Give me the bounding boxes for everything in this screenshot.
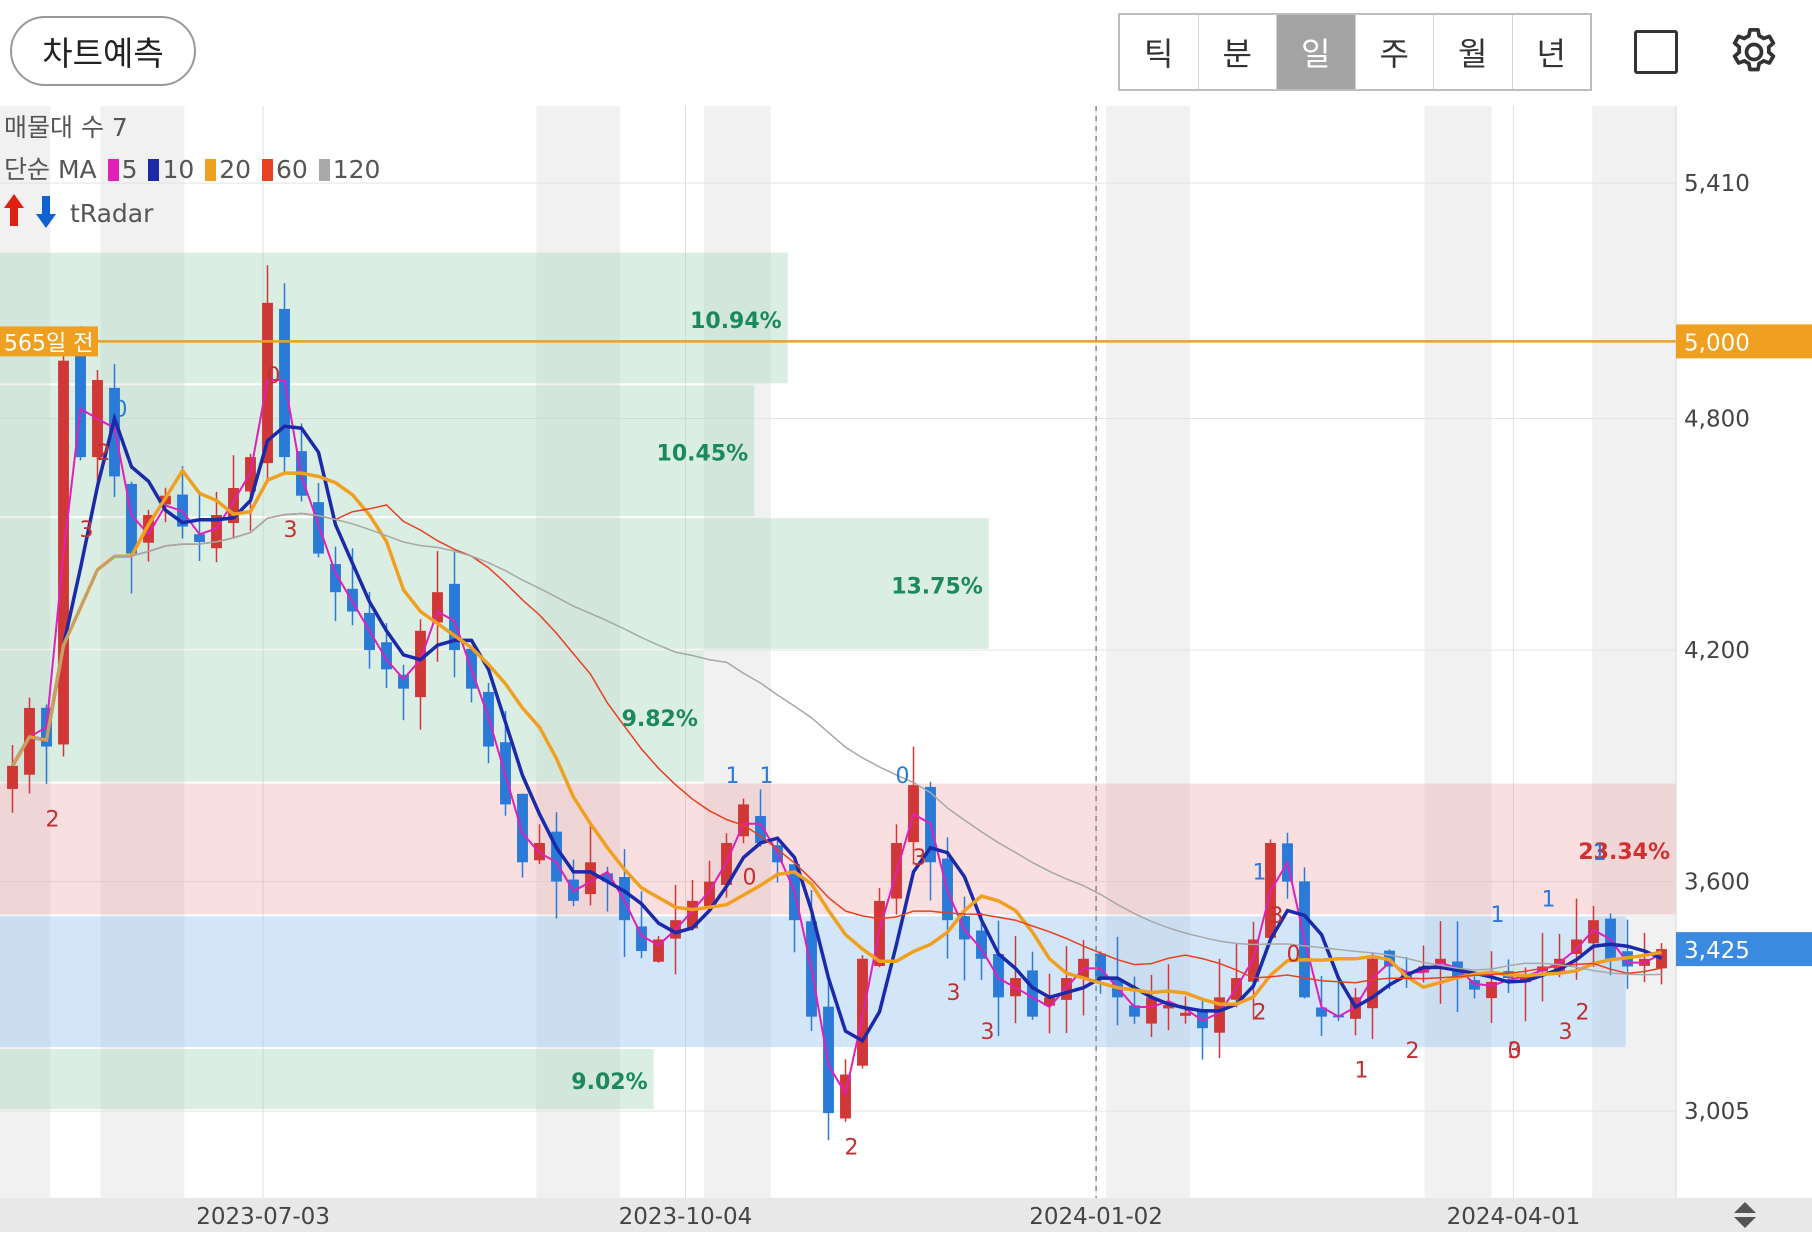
candle-body	[1180, 1012, 1191, 1016]
candle-body	[619, 877, 630, 921]
ma-legend: 단순 MA 5 10 20 60 120	[4, 150, 380, 186]
y-tick-label: 3,005	[1684, 1099, 1750, 1125]
ma60-label: 60	[275, 155, 308, 184]
days-ago-label: 565일 전	[4, 331, 93, 356]
y-tick-label: 4,200	[1684, 638, 1750, 664]
candle-body	[432, 592, 443, 623]
x-tick-label: 2023-10-04	[619, 1204, 753, 1230]
candle-body	[1146, 997, 1157, 1024]
volume-profile-bar	[0, 783, 1676, 915]
volume-profile-percent: 10.45%	[657, 442, 749, 467]
y-tick-label: 4,800	[1684, 407, 1750, 433]
chart-area[interactable]: 10.94% 10.45% 13.75% 9.82% 23.34% 9.02% 565일 전…	[0, 106, 1812, 1232]
candle-body	[7, 765, 18, 789]
top-toolbar: 차트예측 틱 분 일 주 월 년	[0, 0, 1812, 106]
tradar-signal-label: 2	[845, 1136, 859, 1161]
ma5-swatch	[107, 159, 119, 181]
tradar-signal-label: 0	[114, 397, 128, 422]
fullscreen-icon[interactable]	[1634, 30, 1678, 74]
ma60-swatch	[261, 159, 273, 181]
tradar-signal-label: 3	[284, 518, 298, 543]
tradar-signal-label: 1	[726, 764, 740, 789]
tradar-signal-label: 1	[1542, 887, 1556, 912]
period-minute-button[interactable]: 분	[1199, 15, 1277, 89]
tradar-signal-label: 2	[97, 441, 111, 466]
period-month-button[interactable]: 월	[1434, 15, 1513, 89]
candle-body	[993, 954, 1004, 998]
tradar-signal-label: 2	[1406, 1039, 1420, 1064]
volume-profile-percent: 13.75%	[891, 574, 983, 599]
gear-icon[interactable]	[1726, 24, 1782, 80]
price-chart[interactable]: 10.94%10.45%13.75%9.82%23.34%9.02%565일 전…	[0, 106, 1812, 1232]
tradar-signal-label: 0	[896, 764, 910, 789]
current-price-value: 3,425	[1684, 938, 1750, 964]
tradar-signal-label: 0	[1287, 943, 1301, 968]
candle-body	[517, 793, 528, 863]
tradar-signal-label: 1	[1491, 903, 1505, 928]
axis-drag-handle-icon[interactable]	[1730, 1200, 1760, 1230]
period-year-button[interactable]: 년	[1513, 15, 1591, 89]
tradar-signal-label: 3	[913, 846, 927, 871]
volume-profile-percent: 9.82%	[622, 707, 698, 732]
period-selector: 틱 분 일 주 월 년	[1118, 13, 1592, 91]
candle-body	[194, 534, 205, 543]
volume-profile-percent: 10.94%	[690, 309, 782, 334]
ma5-label: 5	[121, 155, 138, 184]
level-line-value: 5,000	[1684, 330, 1750, 356]
volume-profile-bar	[0, 252, 788, 384]
chart-predict-button[interactable]: 차트예측	[10, 16, 196, 86]
ma20-label: 20	[219, 155, 252, 184]
tradar-signal-label: 3	[80, 518, 94, 543]
candle-body	[1027, 970, 1038, 1017]
x-tick-label: 2023-07-03	[196, 1204, 330, 1230]
tradar-signal-label: 3	[1559, 1020, 1573, 1045]
volume-profile-bar	[0, 1049, 654, 1110]
volume-profile-bar	[0, 650, 704, 782]
ma20-swatch	[205, 159, 217, 181]
tradar-legend: tRadar	[4, 192, 153, 230]
ma120-label: 120	[332, 155, 381, 184]
tradar-signal-label: 1	[1253, 860, 1267, 885]
ma10-swatch	[148, 159, 160, 181]
volume-profile-percent: 9.02%	[571, 1070, 647, 1095]
period-day-button[interactable]: 일	[1277, 15, 1356, 89]
ma10-label: 10	[162, 155, 195, 184]
y-tick-label: 5,410	[1684, 171, 1750, 197]
candle-body	[585, 862, 596, 895]
period-week-button[interactable]: 주	[1356, 15, 1434, 89]
x-tick-label: 2024-01-02	[1029, 1204, 1163, 1230]
tradar-signal-label: 1	[1355, 1058, 1369, 1083]
tradar-arrows-icon	[4, 194, 56, 228]
volume-profile-label: 매물대 수 7	[4, 113, 128, 142]
ma-legend-title: 단순 MA	[4, 155, 97, 184]
x-tick-label: 2024-04-01	[1447, 1204, 1581, 1230]
tradar-signal-label: 3	[1270, 904, 1284, 929]
candle-body	[398, 674, 409, 689]
candle-body	[313, 502, 324, 554]
tradar-signal-label: 3	[947, 981, 961, 1006]
tradar-label: tRadar	[69, 199, 154, 228]
tradar-signal-label: 0	[267, 364, 281, 389]
period-tick-button[interactable]: 틱	[1120, 15, 1199, 89]
ma120-swatch	[318, 159, 330, 181]
y-tick-label: 3,600	[1684, 870, 1750, 896]
tradar-signal-label: 1	[1593, 841, 1607, 866]
tradar-signal-label: 2	[1576, 1000, 1590, 1025]
tradar-signal-label: 0	[743, 865, 757, 890]
tradar-signal-label: 1	[760, 764, 774, 789]
tradar-signal-label: 2	[46, 808, 60, 833]
tradar-signal-label: 3	[981, 1020, 995, 1045]
tradar-signal-label: 2	[1253, 1000, 1267, 1025]
tradar-signal-label: 3	[1508, 1039, 1522, 1064]
